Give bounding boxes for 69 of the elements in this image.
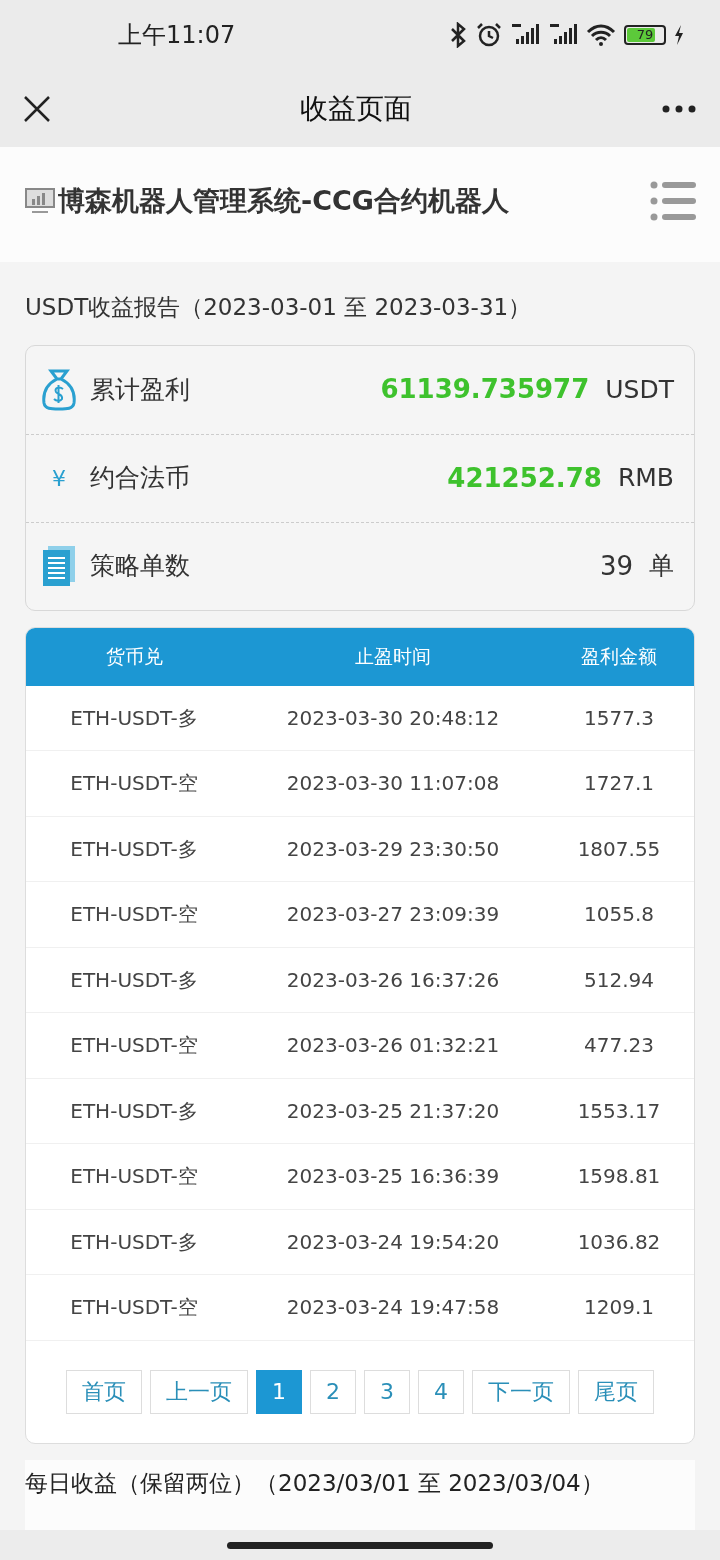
- table-cell-text: ETH-USDT-多: [70, 1228, 198, 1256]
- yen-icon: ¥: [41, 461, 77, 495]
- table-cell-text: 2023-03-26 01:32:21: [286, 1032, 500, 1060]
- summary-value: 39: [599, 549, 633, 583]
- column-header: 止盈时间: [355, 644, 431, 670]
- table-cell-text: ETH-USDT-多: [70, 704, 198, 732]
- table-cell-text: 2023-03-26 16:37:26: [286, 966, 500, 994]
- table-cell-text: ETH-USDT-多: [70, 966, 198, 994]
- table-cell-text: 2023-03-27 23:09:39: [286, 901, 500, 929]
- page-button[interactable]: 4: [418, 1369, 464, 1414]
- table-cell-text: ETH-USDT-空: [70, 1163, 198, 1191]
- summary-label: 约合法币: [90, 462, 190, 495]
- table-cell-text: 1807.55: [577, 835, 661, 863]
- bluetooth-icon: [448, 22, 468, 48]
- column-header: 盈利金额: [581, 644, 657, 670]
- menu-icon[interactable]: [650, 181, 696, 221]
- page-button[interactable]: 首页: [66, 1369, 142, 1414]
- summary-unit: RMB: [617, 462, 674, 495]
- money-bag-icon: [41, 368, 77, 411]
- summary-unit: 单: [649, 550, 674, 583]
- table-cell-text: ETH-USDT-多: [70, 835, 198, 863]
- wifi-icon: [586, 23, 616, 47]
- close-icon[interactable]: [24, 95, 50, 122]
- table-cell-text: 1553.17: [577, 1097, 661, 1125]
- signal-icon: [510, 24, 540, 46]
- home-indicator[interactable]: [227, 1541, 493, 1549]
- table-cell-text: 2023-03-25 21:37:20: [286, 1097, 500, 1125]
- daily-title: 每日收益（保留两位）（2023/03/01 至 2023/03/04）: [25, 1468, 604, 1498]
- page-button[interactable]: 下一页: [472, 1369, 570, 1414]
- table-cell-text: 2023-03-24 19:54:20: [286, 1228, 500, 1256]
- document-icon: [42, 545, 76, 587]
- table-cell-text: 2023-03-24 19:47:58: [286, 1294, 500, 1322]
- table-cell-text: ETH-USDT-空: [70, 1294, 198, 1322]
- summary-label: 策略单数: [90, 550, 190, 583]
- table-cell-text: 1598.81: [577, 1163, 661, 1191]
- report-title: USDT收益报告（2023-03-01 至 2023-03-31）: [25, 293, 533, 322]
- monitor-icon: [24, 187, 56, 216]
- summary-value: 421252.78: [447, 461, 602, 495]
- page-button[interactable]: 上一页: [150, 1369, 248, 1414]
- table-cell-text: ETH-USDT-空: [70, 1032, 198, 1060]
- table-cell-text: ETH-USDT-空: [70, 901, 198, 929]
- table-cell-text: 2023-03-30 20:48:12: [286, 704, 500, 732]
- battery-percent: 79: [635, 27, 655, 43]
- table-cell-text: ETH-USDT-多: [70, 1097, 198, 1125]
- status-time: 上午11:07: [118, 20, 236, 51]
- page-button[interactable]: 3: [364, 1369, 410, 1414]
- table-cell-text: 2023-03-29 23:30:50: [286, 835, 500, 863]
- alarm-icon: [476, 22, 502, 48]
- table-cell-text: 2023-03-25 16:36:39: [286, 1163, 500, 1191]
- table-cell-text: 1036.82: [577, 1228, 661, 1256]
- table-cell-text: 1209.1: [584, 1294, 654, 1322]
- nav-title: 收益页面: [300, 90, 412, 127]
- more-icon[interactable]: [662, 104, 696, 113]
- summary-label: 累计盈利: [90, 373, 190, 406]
- table-cell-text: 477.23: [584, 1032, 654, 1060]
- signal-icon: [548, 24, 578, 46]
- summary-unit: USDT: [605, 373, 674, 406]
- table-cell-text: 1577.3: [584, 704, 654, 732]
- summary-value: 61139.735977: [380, 373, 590, 406]
- column-header: 货币兑: [105, 644, 163, 670]
- table-cell-text: 1055.8: [584, 901, 654, 929]
- page-button[interactable]: 尾页: [578, 1369, 654, 1414]
- app-title: 博森机器人管理系统-CCG合约机器人: [58, 184, 509, 218]
- page-button[interactable]: 1: [256, 1369, 302, 1414]
- page-button[interactable]: 2: [310, 1369, 356, 1414]
- table-cell-text: ETH-USDT-空: [70, 770, 198, 798]
- table-cell-text: 1727.1: [584, 770, 654, 798]
- table-cell-text: 2023-03-30 11:07:08: [286, 770, 500, 798]
- table-cell-text: 512.94: [584, 966, 654, 994]
